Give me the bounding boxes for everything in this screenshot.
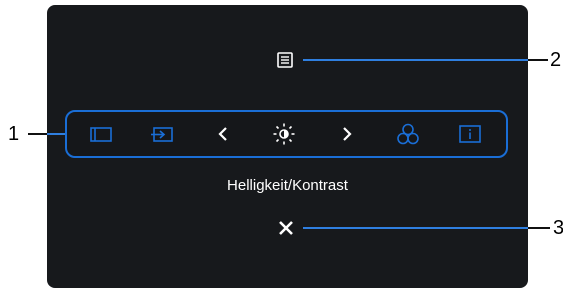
chevron-right-icon[interactable] xyxy=(335,122,359,146)
osd-toolbar xyxy=(65,110,508,158)
selected-function-label: Helligkeit/Kontrast xyxy=(227,177,348,194)
callout-number-3: 3 xyxy=(553,217,563,239)
callout-number-1: 1 xyxy=(8,123,20,145)
input-source-icon[interactable] xyxy=(150,122,174,146)
callout-line-1 xyxy=(47,133,65,135)
callout-line-1-outer xyxy=(28,133,47,135)
window-icon[interactable] xyxy=(89,122,113,146)
callout-line-2 xyxy=(303,59,528,61)
callout-number-2: 2 xyxy=(550,49,562,71)
color-settings-icon[interactable] xyxy=(396,122,420,146)
callout-line-3 xyxy=(303,227,528,229)
callout-line-3-outer xyxy=(528,227,550,229)
brightness-contrast-icon[interactable] xyxy=(272,122,296,146)
info-icon[interactable] xyxy=(458,122,482,146)
callout-line-2-outer xyxy=(528,59,548,61)
close-icon[interactable] xyxy=(278,220,294,236)
menu-icon[interactable] xyxy=(277,52,293,68)
chevron-left-icon[interactable] xyxy=(211,122,235,146)
